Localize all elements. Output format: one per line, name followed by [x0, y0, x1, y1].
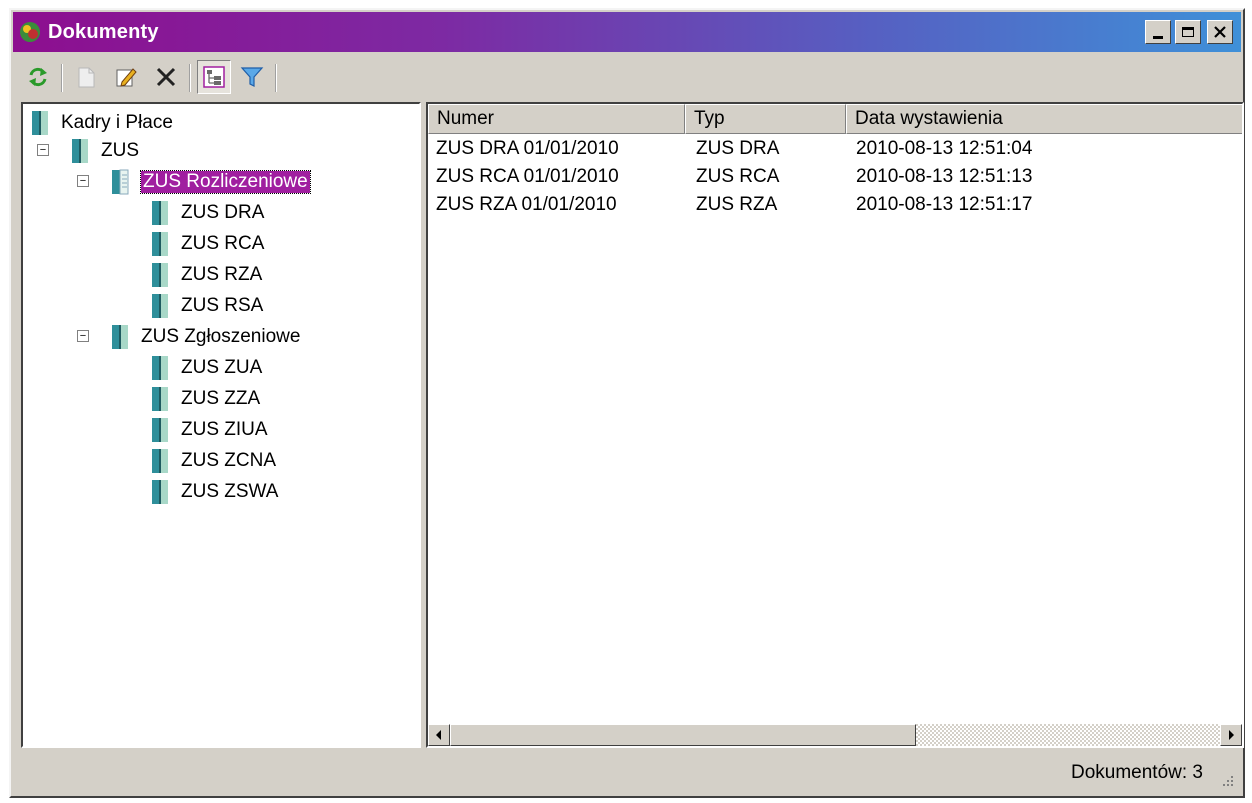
- cell-typ: ZUS RCA: [696, 166, 780, 187]
- filter-button[interactable]: [235, 60, 269, 94]
- column-header-data-wystawienia[interactable]: Data wystawienia: [846, 104, 1242, 134]
- horizontal-scrollbar[interactable]: [428, 724, 1242, 746]
- tree-node-zus-rca[interactable]: ZUS RCA: [149, 229, 264, 259]
- delete-button[interactable]: [149, 60, 183, 94]
- cell-numer: ZUS DRA 01/01/2010: [436, 138, 619, 159]
- book-icon: [32, 111, 48, 135]
- book-icon: [72, 139, 88, 163]
- tree-node-zus-rsa[interactable]: ZUS RSA: [149, 291, 263, 321]
- cell-data: 2010-08-13 12:51:13: [856, 166, 1033, 187]
- new-document-button[interactable]: [69, 60, 103, 94]
- new-document-icon: [78, 67, 95, 88]
- book-icon: [152, 232, 168, 256]
- tree-node-label: ZUS: [101, 140, 139, 161]
- app-logo-icon: [20, 22, 40, 42]
- tree-node-kadry-i-place[interactable]: Kadry i Płace: [29, 108, 173, 138]
- scroll-left-button[interactable]: [428, 724, 450, 746]
- collapse-expander[interactable]: −: [77, 330, 89, 342]
- scrollbar-thumb[interactable]: [450, 724, 916, 746]
- tree-node-zus[interactable]: ZUS: [69, 136, 139, 166]
- tree-node-zus-zcna[interactable]: ZUS ZCNA: [149, 446, 276, 476]
- status-bar: Dokumentów: 3: [13, 752, 1241, 794]
- scroll-right-button[interactable]: [1220, 724, 1242, 746]
- cell-numer: ZUS RCA 01/01/2010: [436, 166, 619, 187]
- cell-typ: ZUS RZA: [696, 194, 778, 215]
- maximize-button[interactable]: [1175, 20, 1201, 44]
- minus-icon: −: [79, 174, 87, 187]
- close-button[interactable]: [1207, 20, 1233, 44]
- edit-button[interactable]: [109, 60, 143, 94]
- toolbar-separator: [275, 64, 277, 92]
- book-icon: [152, 480, 168, 504]
- tree-node-zus-rozliczeniowe[interactable]: ZUS Rozliczeniowe: [109, 167, 311, 197]
- documents-list[interactable]: Numer Typ Data wystawienia ZUS DRA 01/01…: [426, 102, 1244, 748]
- collapse-expander[interactable]: −: [77, 175, 89, 187]
- filter-icon: [240, 67, 264, 87]
- arrow-right-icon: [1229, 730, 1234, 740]
- cell-data: 2010-08-13 12:51:17: [856, 194, 1033, 215]
- resize-grip-icon[interactable]: [1219, 772, 1235, 788]
- scrollbar-track[interactable]: [916, 724, 1220, 746]
- tree-node-label: ZUS Zgłoszeniowe: [141, 326, 301, 347]
- tree-node-label: Kadry i Płace: [61, 112, 173, 133]
- tree-node-label: ZUS RCA: [181, 233, 265, 254]
- tree-node-label: ZUS RSA: [181, 295, 264, 316]
- tree-view-icon: [203, 66, 225, 88]
- minus-icon: −: [39, 143, 47, 156]
- tree-node-zus-zza[interactable]: ZUS ZZA: [149, 384, 260, 414]
- tree-node-zus-zua[interactable]: ZUS ZUA: [149, 353, 262, 383]
- close-icon: [1214, 26, 1226, 38]
- book-icon: [152, 294, 168, 318]
- column-header-numer[interactable]: Numer: [428, 104, 685, 134]
- dokumenty-window: Dokumenty Kadry i Płace − ZUS − ZUS Rozl…: [9, 8, 1245, 798]
- minimize-icon: [1153, 35, 1163, 39]
- tree-node-zus-dra[interactable]: ZUS DRA: [149, 198, 264, 228]
- cell-numer: ZUS RZA 01/01/2010: [436, 194, 617, 215]
- document-tree[interactable]: Kadry i Płace − ZUS − ZUS Rozliczeniowe …: [21, 102, 421, 748]
- tree-node-label-selected: ZUS Rozliczeniowe: [140, 170, 311, 194]
- book-icon: [152, 263, 168, 287]
- toolbar-separator: [189, 64, 191, 92]
- column-header-typ[interactable]: Typ: [685, 104, 846, 134]
- edit-icon: [116, 68, 137, 87]
- document-count: Dokumentów: 3: [1070, 762, 1203, 783]
- book-icon: [152, 449, 168, 473]
- tree-node-label: ZUS ZUA: [181, 357, 263, 378]
- open-book-icon: [112, 169, 129, 195]
- book-icon: [152, 356, 168, 380]
- collapse-expander[interactable]: −: [37, 144, 49, 156]
- tree-node-zus-ziua[interactable]: ZUS ZIUA: [149, 415, 268, 445]
- tree-node-label: ZUS ZCNA: [181, 450, 276, 471]
- book-icon: [152, 418, 168, 442]
- book-icon: [152, 201, 168, 225]
- tree-node-label: ZUS ZIUA: [181, 419, 268, 440]
- tree-view-toggle-button[interactable]: [197, 60, 231, 94]
- book-icon: [112, 325, 128, 349]
- book-icon: [152, 387, 168, 411]
- title-bar[interactable]: Dokumenty: [13, 12, 1241, 52]
- arrow-left-icon: [436, 730, 441, 740]
- tree-node-label: ZUS ZSWA: [181, 481, 279, 502]
- tree-node-zus-rza[interactable]: ZUS RZA: [149, 260, 262, 290]
- tree-node-label: ZUS DRA: [181, 202, 265, 223]
- tree-node-label: ZUS ZZA: [181, 388, 261, 409]
- cell-typ: ZUS DRA: [696, 138, 780, 159]
- toolbar: [13, 54, 1241, 101]
- delete-icon: [156, 67, 176, 87]
- minimize-button[interactable]: [1145, 20, 1171, 44]
- refresh-button[interactable]: [21, 60, 55, 94]
- cell-data: 2010-08-13 12:51:04: [856, 138, 1033, 159]
- refresh-icon: [29, 67, 47, 87]
- maximize-icon: [1182, 27, 1194, 37]
- toolbar-separator: [61, 64, 63, 92]
- tree-node-zus-zswa[interactable]: ZUS ZSWA: [149, 477, 278, 507]
- minus-icon: −: [79, 329, 87, 342]
- tree-node-zus-zgloszeniowe[interactable]: ZUS Zgłoszeniowe: [109, 322, 300, 352]
- tree-node-label: ZUS RZA: [181, 264, 263, 285]
- window-title: Dokumenty: [48, 21, 159, 43]
